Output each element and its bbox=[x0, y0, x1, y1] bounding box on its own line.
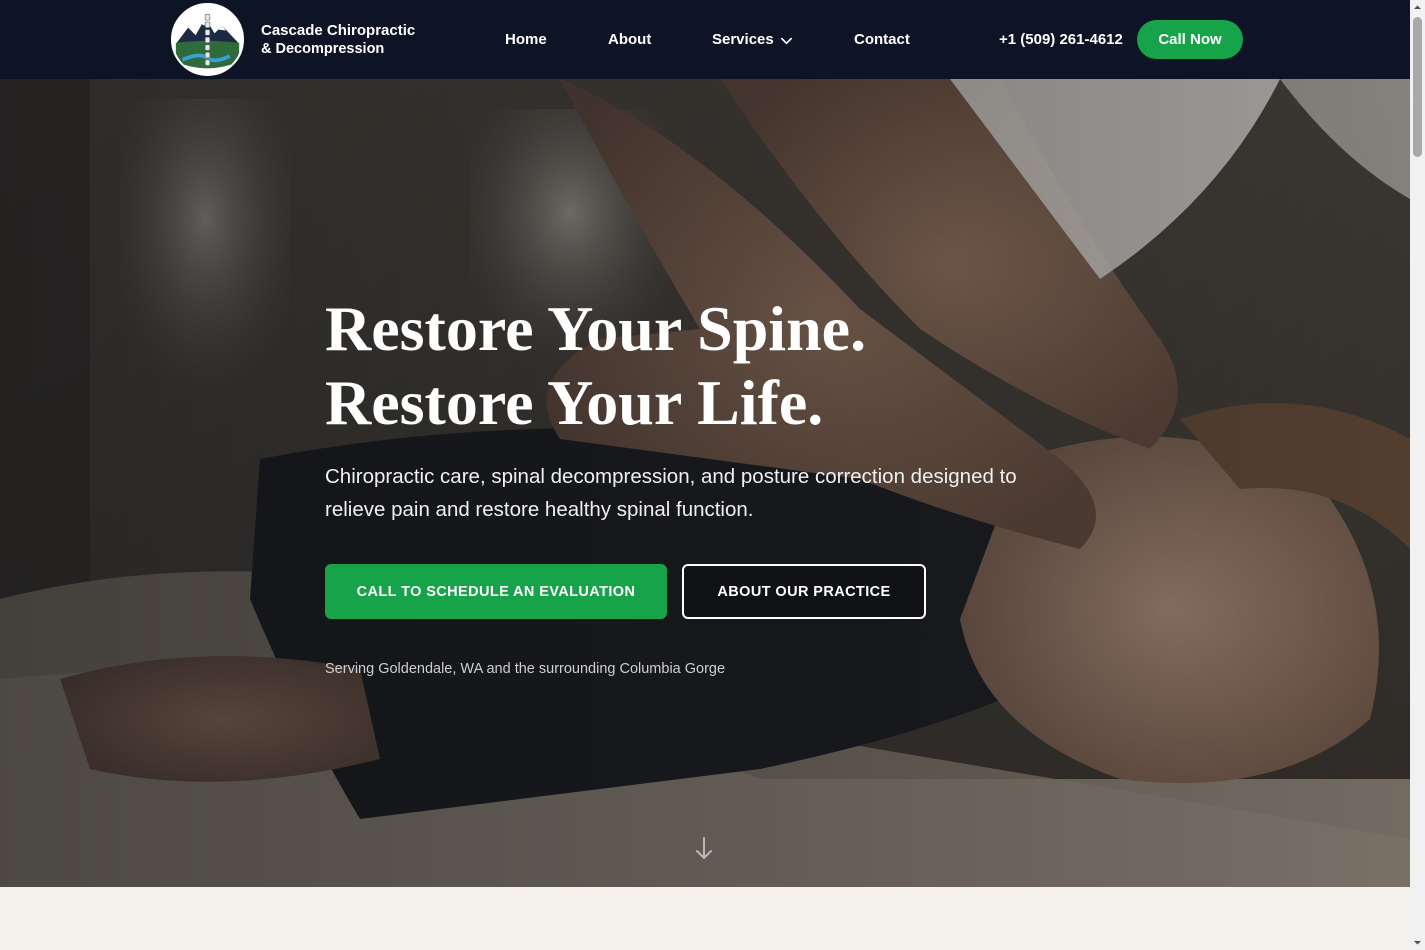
about-practice-button[interactable]: ABOUT OUR PRACTICE bbox=[682, 564, 926, 619]
service-area-text: Serving Goldendale, WA and the surroundi… bbox=[325, 661, 726, 677]
chevron-down-icon bbox=[780, 37, 792, 44]
brand-line-1: Cascade Chiropractic bbox=[261, 22, 416, 39]
site-header: Cascade Chiropractic & Decompression Hom… bbox=[0, 0, 1410, 79]
brand-name[interactable]: Cascade Chiropractic & Decompression bbox=[261, 22, 415, 58]
hero-title-line-2: Restore Your Life. bbox=[325, 367, 824, 438]
call-now-button[interactable]: Call Now bbox=[1137, 20, 1243, 59]
nav-home[interactable]: Home bbox=[505, 30, 547, 50]
page-scrollbar[interactable] bbox=[1410, 0, 1425, 950]
nav-about[interactable]: About bbox=[608, 30, 651, 50]
arrow-down-icon[interactable] bbox=[694, 836, 714, 862]
hero-title: Restore Your Spine. Restore Your Life. bbox=[325, 292, 866, 440]
mountain-spine-logo-icon[interactable] bbox=[171, 3, 244, 76]
hero-section: Restore Your Spine. Restore Your Life. C… bbox=[0, 79, 1410, 887]
nav-services-label: Services bbox=[712, 31, 774, 48]
hero-subtitle: Chiropractic care, spinal decompression,… bbox=[325, 465, 1017, 521]
scrollbar-thumb[interactable] bbox=[1413, 17, 1422, 157]
brand-line-2: & Decompression bbox=[261, 41, 385, 57]
nav-services[interactable]: Services bbox=[712, 30, 793, 50]
phone-number-link[interactable]: +1 (509) 261-4612 bbox=[999, 30, 1123, 50]
scroll-up-arrow-icon[interactable] bbox=[1413, 3, 1422, 12]
hero-title-line-1: Restore Your Spine. bbox=[325, 293, 867, 364]
schedule-evaluation-button[interactable]: CALL TO SCHEDULE AN EVALUATION bbox=[325, 564, 667, 619]
next-section bbox=[0, 887, 1410, 950]
scroll-down-arrow-icon[interactable] bbox=[1413, 938, 1422, 947]
nav-contact[interactable]: Contact bbox=[854, 30, 910, 50]
